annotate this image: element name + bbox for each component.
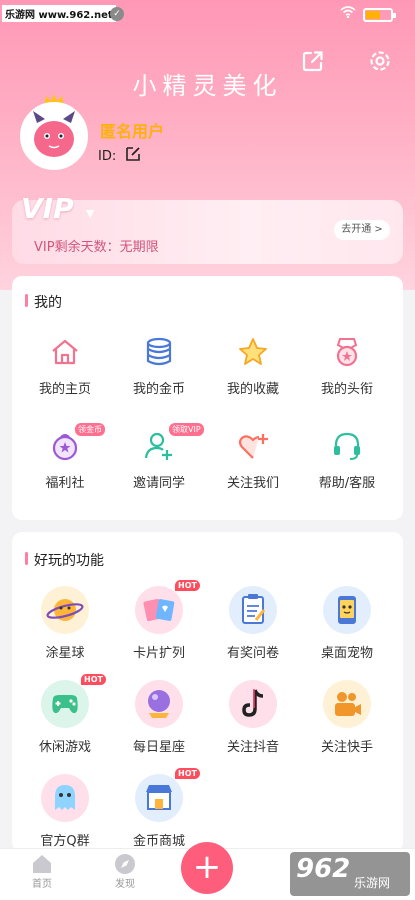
fun-features-card: 好玩的功能 涂星球 HOT 卡片扩列 有奖问卷 桌面宠物 HOT 休闲游戏 每日… — [12, 532, 403, 852]
headset-icon — [334, 432, 360, 460]
gamepad-icon — [41, 680, 89, 728]
item-label: 福利社 — [45, 476, 85, 491]
my-section-card: 我的 我的主页 我的金币 我的收藏 我的头衔 领金币 福利社 领取VIP 邀请同… — [12, 276, 403, 520]
hot-badge: HOT — [81, 674, 106, 685]
site-watermark: 乐游网 www.962.net — [2, 5, 116, 22]
tiktok-icon — [229, 680, 277, 728]
item-label: 我的金币 — [132, 382, 185, 397]
signal-text: ... — [86, 6, 97, 19]
item-label: 关注快手 — [320, 740, 373, 755]
ghost-icon — [41, 774, 89, 822]
shop-icon — [135, 774, 183, 822]
check-icon: ✓ — [110, 7, 124, 21]
site-logo-watermark: 962 乐游网 — [290, 852, 410, 896]
gear-icon[interactable] — [366, 47, 394, 75]
crystal-ball-icon — [135, 680, 183, 728]
planet-icon — [41, 586, 89, 634]
vip-remaining-days: VIP剩余天数：无期限 — [34, 240, 159, 255]
item-label: 我的主页 — [38, 382, 91, 397]
share-icon[interactable] — [300, 48, 326, 74]
item-label: 休闲游戏 — [38, 740, 91, 755]
user-id-label: ID: — [98, 149, 117, 164]
invite-badge: 领取VIP — [169, 423, 204, 436]
tab-discover-label: 发现 — [115, 879, 135, 890]
item-label: 帮助/客服 — [318, 476, 376, 491]
chevron-down-icon: ▼ — [86, 207, 95, 220]
medal-icon — [336, 338, 358, 367]
survey-icon — [229, 586, 277, 634]
item-label: 涂星球 — [45, 646, 85, 661]
home-icon — [33, 855, 51, 873]
star-icon — [239, 338, 267, 365]
camera-icon — [323, 680, 371, 728]
create-plus-button[interactable]: + — [181, 842, 233, 894]
username[interactable]: 匿名用户 — [100, 118, 164, 142]
item-label: 桌面宠物 — [320, 646, 373, 661]
gift-bag-icon — [52, 434, 78, 461]
item-label: 卡片扩列 — [132, 646, 185, 661]
vip-logo: VIP — [21, 192, 74, 225]
tab-discover[interactable]: 发现 — [95, 853, 155, 890]
item-label: 关注抖音 — [226, 740, 279, 755]
battery-icon — [363, 8, 396, 22]
coins-icon — [146, 337, 172, 366]
cards-icon — [135, 586, 183, 634]
section-accent-bar — [25, 294, 28, 307]
tab-home[interactable]: 首页 — [12, 853, 72, 890]
status-bar: 乐游网 www.962.net ... ✓ — [0, 0, 415, 26]
open-vip-button[interactable]: 去开通 > — [334, 220, 390, 240]
item-label: 我的头衔 — [320, 382, 373, 397]
logo-number: 962 — [296, 854, 351, 884]
edit-icon[interactable] — [124, 145, 142, 163]
section-title-mine: 我的 — [34, 295, 62, 311]
logo-text: 乐游网 — [354, 876, 391, 890]
item-label: 我的收藏 — [226, 382, 279, 397]
item-label: 官方Q群 — [40, 834, 90, 849]
hot-badge: HOT — [175, 768, 200, 779]
add-user-icon — [144, 432, 172, 460]
wifi-icon — [340, 6, 356, 18]
home-icon — [52, 339, 78, 365]
section-title-fun: 好玩的功能 — [34, 553, 104, 569]
welfare-badge: 领金币 — [75, 423, 105, 436]
item-label: 每日星座 — [132, 740, 185, 755]
tab-home-label: 首页 — [32, 879, 52, 890]
item-label: 邀请同学 — [132, 476, 185, 491]
avatar[interactable] — [20, 102, 88, 170]
item-label: 关注我们 — [226, 476, 279, 491]
compass-icon — [115, 854, 135, 874]
section-accent-bar — [25, 552, 28, 565]
heart-icon — [238, 434, 268, 459]
hot-badge: HOT — [175, 580, 200, 591]
item-label: 有奖问卷 — [226, 646, 279, 661]
monster-avatar-icon — [33, 111, 75, 157]
pet-icon — [323, 586, 371, 634]
